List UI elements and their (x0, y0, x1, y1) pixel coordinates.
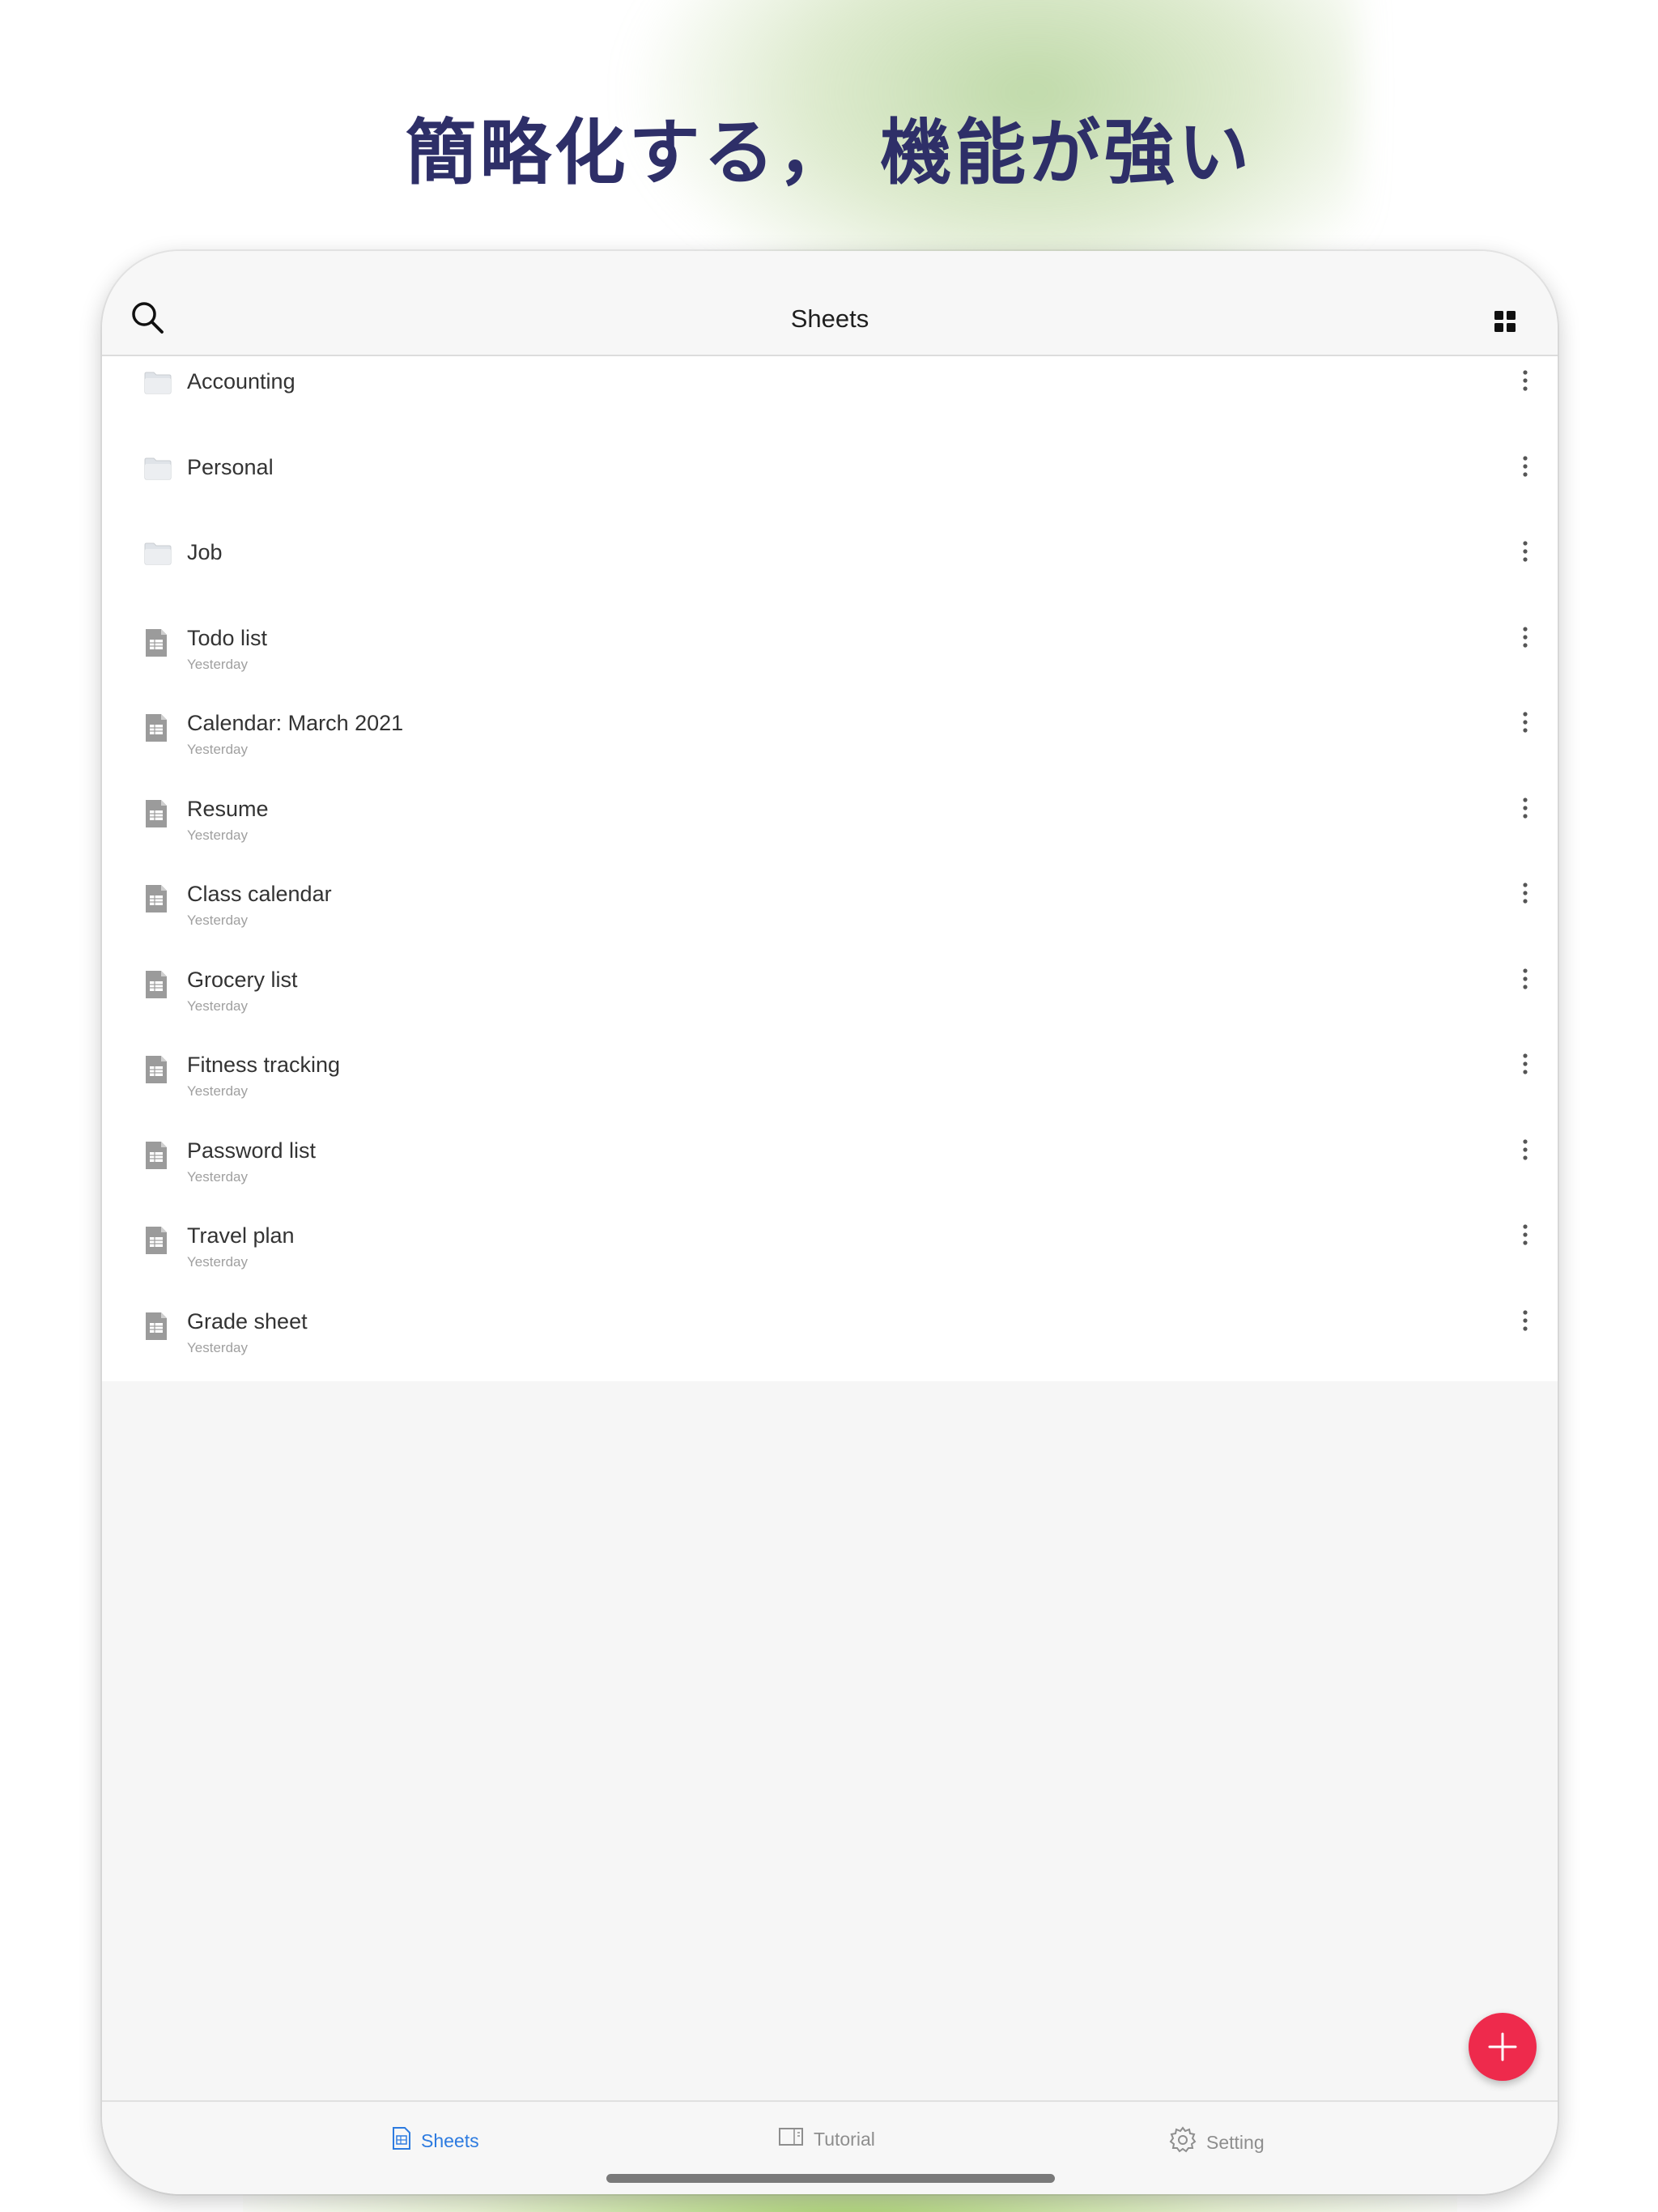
tab-sheets[interactable]: Sheets (392, 2126, 479, 2155)
more-options-icon[interactable] (1517, 709, 1533, 737)
more-options-icon[interactable] (1517, 1137, 1533, 1164)
file-name: Travel plan (187, 1223, 295, 1248)
spreadsheet-file-icon (144, 1225, 168, 1260)
navigation-bar: Sheets (102, 251, 1558, 356)
file-row[interactable]: Todo list Yesterday (102, 613, 1558, 699)
spreadsheet-file-icon (144, 1054, 168, 1089)
more-options-icon[interactable] (1517, 880, 1533, 908)
file-row[interactable]: Class calendar Yesterday (102, 869, 1558, 955)
plus-icon (1488, 2032, 1517, 2061)
tab-label: Setting (1206, 2131, 1265, 2153)
tutorial-icon (778, 2126, 804, 2152)
file-name: Grade sheet (187, 1308, 308, 1334)
file-name: Todo list (187, 625, 268, 650)
file-name: Calendar: March 2021 (187, 711, 404, 735)
folder-icon (144, 371, 172, 399)
file-name: Fitness tracking (187, 1053, 341, 1077)
more-options-icon[interactable] (1517, 1222, 1533, 1249)
file-name: Grocery list (187, 967, 298, 992)
tab-label: Sheets (421, 2129, 479, 2151)
more-options-icon[interactable] (1517, 1051, 1533, 1078)
spreadsheet-file-icon (144, 713, 168, 747)
tab-setting[interactable]: Setting (1169, 2126, 1265, 2159)
tab-label: Tutorial (814, 2128, 875, 2150)
file-row[interactable]: Grade sheet Yesterday (102, 1296, 1558, 1382)
file-row[interactable]: Password list Yesterday (102, 1125, 1558, 1211)
file-date: Yesterday (187, 742, 248, 757)
file-date: Yesterday (187, 1254, 248, 1270)
folder-name: Personal (187, 454, 274, 479)
file-date: Yesterday (187, 1083, 248, 1099)
file-date: Yesterday (187, 656, 248, 672)
folder-row[interactable]: Accounting (102, 356, 1558, 442)
folder-icon (144, 542, 172, 570)
add-sheet-button[interactable] (1469, 2013, 1537, 2081)
spreadsheet-file-icon (144, 627, 168, 662)
file-row[interactable]: Fitness tracking Yesterday (102, 1040, 1558, 1125)
file-name: Password list (187, 1138, 317, 1163)
more-options-icon[interactable] (1517, 624, 1533, 652)
screenshot-canvas: 簡略化する， 機能が強い Sheets Accounting Personal … (0, 0, 1658, 2212)
folder-icon (144, 457, 172, 485)
file-row[interactable]: Resume Yesterday (102, 784, 1558, 870)
spreadsheet-file-icon (144, 969, 168, 1004)
more-options-icon[interactable] (1517, 368, 1533, 395)
more-options-icon[interactable] (1517, 966, 1533, 993)
folder-name: Accounting (187, 369, 295, 393)
file-row[interactable]: Travel plan Yesterday (102, 1210, 1558, 1296)
more-options-icon[interactable] (1517, 795, 1533, 823)
folder-row[interactable]: Personal (102, 442, 1558, 528)
file-date: Yesterday (187, 1168, 248, 1185)
file-date: Yesterday (187, 998, 248, 1014)
folder-row[interactable]: Job (102, 527, 1558, 613)
spreadsheet-file-icon (144, 883, 168, 918)
marketing-headline: 簡略化する， 機能が強い (405, 111, 1253, 194)
device-frame: Sheets Accounting Personal Job Todo list… (102, 251, 1558, 2194)
sheet-list: Accounting Personal Job Todo list Yester… (102, 356, 1558, 1381)
gear-icon (1169, 2126, 1197, 2159)
file-name: Resume (187, 796, 269, 821)
more-options-icon[interactable] (1517, 1308, 1533, 1335)
spreadsheet-file-icon (144, 798, 168, 833)
home-indicator (606, 2174, 1055, 2183)
file-date: Yesterday (187, 1339, 248, 1355)
page-title: Sheets (790, 304, 869, 333)
folder-name: Job (187, 540, 223, 564)
more-options-icon[interactable] (1517, 538, 1533, 566)
file-date: Yesterday (187, 827, 248, 843)
file-name: Class calendar (187, 882, 332, 906)
grid-view-icon[interactable] (1493, 309, 1517, 334)
more-options-icon[interactable] (1517, 453, 1533, 481)
tab-tutorial[interactable]: Tutorial (778, 2126, 875, 2152)
spreadsheet-file-icon (144, 1311, 168, 1346)
file-row[interactable]: Grocery list Yesterday (102, 955, 1558, 1040)
file-date: Yesterday (187, 912, 248, 928)
file-row[interactable]: Calendar: March 2021 Yesterday (102, 698, 1558, 784)
spreadsheet-file-icon (144, 1140, 168, 1175)
sheets-icon (392, 2126, 411, 2155)
